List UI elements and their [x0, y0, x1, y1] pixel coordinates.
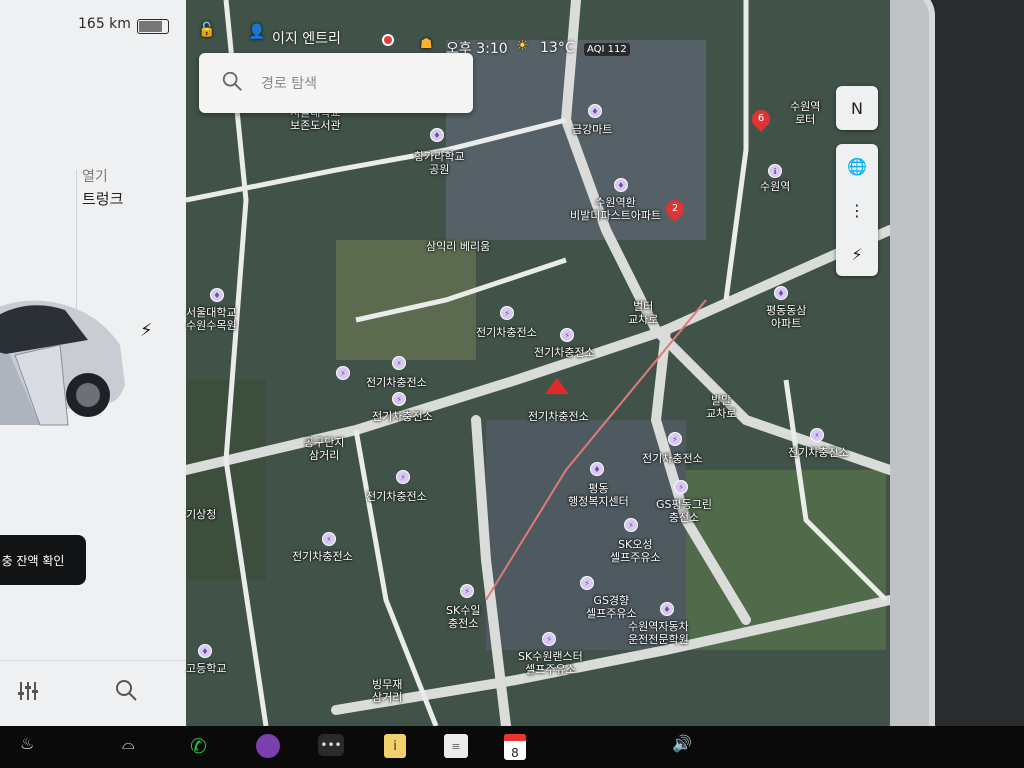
charger-icon[interactable]: ⚡ — [322, 532, 336, 546]
seat-heater-icon[interactable]: ♨ — [20, 734, 34, 753]
map-label[interactable]: 공구단지 삼거리 — [304, 436, 344, 462]
charger-icon[interactable]: ⚡ — [460, 584, 474, 598]
charger-icon[interactable]: ⚡ — [542, 632, 556, 646]
charger-icon[interactable]: ⚡ — [810, 428, 824, 442]
map-label[interactable]: 전기차충전소 — [534, 346, 595, 359]
charger-icon[interactable]: ⚡ — [392, 392, 406, 406]
volume-icon[interactable]: 🔊 — [672, 734, 692, 753]
map-label[interactable]: 수원역 — [760, 180, 790, 193]
map-label[interactable]: 전기차충전소 — [292, 550, 353, 563]
map-label[interactable]: SK수일 충전소 — [446, 604, 480, 630]
poi-icon[interactable]: ♦ — [660, 602, 674, 616]
map-label[interactable]: SK오성 셀프주유소 — [610, 538, 661, 564]
map-label[interactable]: 항가라학교 공원 — [414, 150, 465, 176]
search-placeholder: 경로 탐색 — [261, 76, 317, 92]
map-label[interactable]: SK수원랜스터 셀프주유소 — [518, 650, 583, 676]
poi-icon[interactable]: ♦ — [590, 462, 604, 476]
charger-icon[interactable]: ⚡ — [396, 470, 410, 484]
open-label: 열기 — [82, 169, 108, 185]
equalizer-icon[interactable] — [16, 680, 40, 702]
battery-level — [139, 21, 162, 32]
map-label[interactable]: 전기차충전소 — [788, 446, 849, 459]
lock-icon[interactable]: 🔓 — [198, 22, 215, 38]
map-label[interactable]: 발말 교차로 — [706, 394, 736, 420]
map-label[interactable]: 평동 행정복지센터 — [568, 482, 629, 508]
sun-icon: ☀ — [516, 38, 529, 54]
more-apps-icon[interactable]: ••• — [318, 734, 344, 756]
charger-icon[interactable]: ⚡ — [392, 356, 406, 370]
battery-icon — [137, 19, 169, 34]
supercharger-count: 2 — [671, 203, 679, 214]
map-label[interactable]: 벌터 교차로 — [628, 300, 658, 326]
dashcam-record-icon[interactable] — [382, 34, 394, 46]
map-label[interactable]: 고등학교 — [186, 662, 226, 675]
map-label[interactable]: 서울대학교 수원수목원 — [186, 306, 237, 332]
range-readout: 165 km — [78, 16, 131, 32]
transit-icon[interactable]: ℹ — [768, 164, 782, 178]
map-label[interactable]: 수원역자동차 운전전문학원 — [628, 620, 689, 646]
supercharger-icon[interactable]: 2 — [662, 196, 688, 222]
poi-icon[interactable]: ♦ — [774, 286, 788, 300]
map-label[interactable]: 전기차충전소 — [372, 410, 433, 423]
poi-icon[interactable]: ♦ — [198, 644, 212, 658]
map-label[interactable]: GS경향 셀프주유소 — [586, 594, 637, 620]
map-label[interactable]: 금강마트 — [572, 123, 612, 136]
supercharger-count: 6 — [757, 113, 765, 124]
search-icon — [222, 71, 242, 91]
search-icon[interactable] — [114, 678, 138, 702]
profile-name[interactable]: 이지 엔트리 — [272, 28, 341, 48]
charger-icon[interactable]: ⚡ — [560, 328, 574, 342]
vehicle-panel: 165 km 열기 트렁크 ⚡ 충 잔액 확인 — [0, 0, 186, 726]
map-label[interactable]: 전기차충전소 — [642, 452, 703, 465]
check-balance-button[interactable]: 충 잔액 확인 — [0, 535, 86, 585]
notes-icon[interactable]: ≡ — [444, 734, 468, 758]
charging-icon[interactable]: ⚡ — [836, 232, 878, 276]
map-label[interactable]: GS평동그린 충전소 — [656, 498, 712, 524]
charger-icon[interactable]: ⚡ — [336, 366, 350, 380]
charging-bolt-icon: ⚡ — [140, 320, 153, 341]
aqi-badge[interactable]: AQI 112 — [584, 43, 630, 56]
calendar-day: 8 — [504, 734, 526, 760]
map-label[interactable]: 전기차충전소 — [528, 410, 589, 423]
calendar-icon[interactable]: 8 — [504, 734, 526, 760]
charger-icon[interactable]: ⚡ — [624, 518, 638, 532]
map-label[interactable]: 빙무재 삼거리 — [372, 678, 402, 704]
poi-icon[interactable]: ♦ — [614, 178, 628, 192]
charger-icon[interactable]: ⚡ — [674, 480, 688, 494]
map-label[interactable]: 전기차충전소 — [366, 376, 427, 389]
map-label[interactable]: 수원역 로터 — [790, 100, 820, 126]
map-label[interactable]: 전기차충전소 — [476, 326, 537, 339]
charger-icon[interactable]: ⚡ — [580, 576, 594, 590]
toybox-icon[interactable]: i — [384, 734, 406, 758]
poi-icon[interactable]: ♦ — [588, 104, 602, 118]
sentry-icon[interactable]: ☗ — [420, 36, 433, 52]
temperature: 13°C — [540, 40, 575, 56]
poi-icon[interactable]: ♦ — [430, 128, 444, 142]
trunk-button[interactable]: 트렁크 — [82, 188, 123, 209]
compass-icon: N — [851, 98, 863, 118]
navigate-search-box[interactable]: 경로 탐색 — [199, 53, 473, 113]
car-location-icon — [545, 378, 569, 394]
compass-button[interactable]: N — [836, 86, 878, 130]
profile-icon[interactable]: 👤 — [248, 24, 265, 40]
traffic-icon[interactable]: ⋮ — [836, 188, 878, 232]
divider — [0, 660, 186, 661]
car-image — [0, 300, 125, 426]
touchscreen: 165 km 열기 트렁크 ⚡ 충 잔액 확인 보존도서관 항가라학교 공원 금… — [0, 0, 890, 740]
map-options: 🌐 ⋮ ⚡ — [836, 144, 878, 276]
poi-icon[interactable]: ♦ — [210, 288, 224, 302]
camera-icon[interactable] — [256, 734, 280, 758]
supercharger-icon[interactable]: 6 — [748, 106, 774, 132]
charger-icon[interactable]: ⚡ — [668, 432, 682, 446]
globe-icon[interactable]: 🌐 — [836, 144, 878, 188]
map-label[interactable]: 삼익리 베리움 — [426, 240, 490, 253]
map-label[interactable]: 기상청 — [186, 508, 216, 521]
map-label[interactable]: 수원역환 비발디파스트아파트 — [570, 196, 661, 222]
charger-icon[interactable]: ⚡ — [500, 306, 514, 320]
defrost-icon[interactable]: ⌓ — [122, 734, 135, 754]
map-label[interactable]: 평동동삼 아파트 — [766, 304, 806, 330]
map-label[interactable]: 전기차충전소 — [366, 490, 427, 503]
phone-icon[interactable]: ✆ — [190, 734, 207, 758]
